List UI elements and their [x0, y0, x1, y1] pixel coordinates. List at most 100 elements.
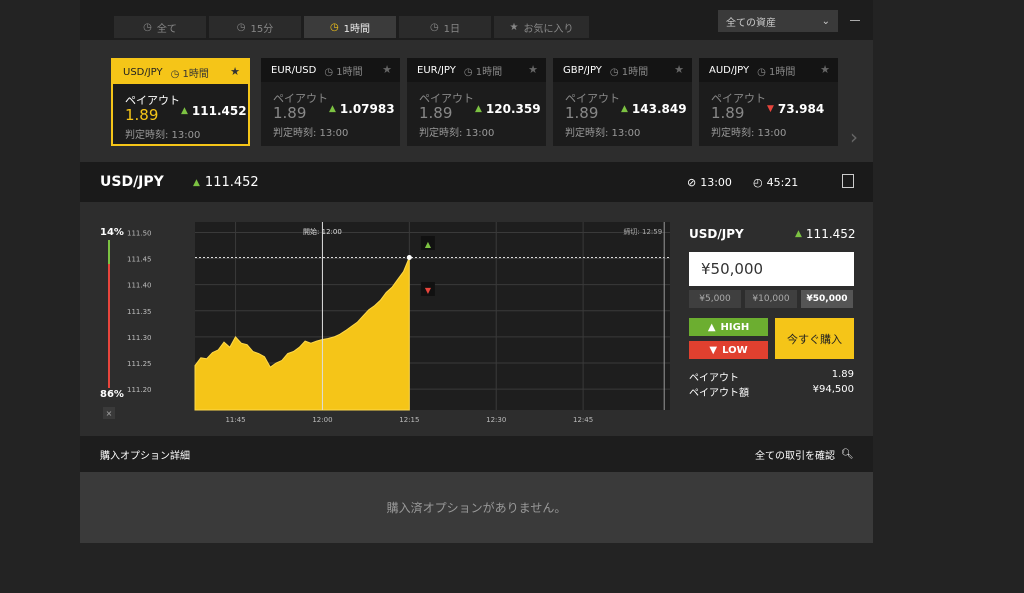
- card-header: AUD/JPY ◷ 1時間: [699, 58, 838, 82]
- judge-time: 判定時刻: 13:00: [711, 128, 787, 139]
- y-tick-label: 111.45: [127, 256, 152, 264]
- tab-15min[interactable]: ◷ 15分: [209, 16, 301, 38]
- asset-select-value: 全ての資産: [726, 17, 776, 29]
- quick-amount-10000[interactable]: ¥10,000: [745, 290, 797, 308]
- tab-label: 1時間: [343, 23, 371, 35]
- arrow-up-icon: ▲: [475, 104, 482, 114]
- star-icon[interactable]: ★: [382, 63, 392, 76]
- asset-select[interactable]: 全ての資産 ⌄: [718, 10, 838, 32]
- high-button[interactable]: ▲ HIGH: [689, 318, 768, 336]
- tab-label: お気に入り: [523, 23, 574, 35]
- app-window: ◷ 全て ◷ 15分 ◷ 1時間 ◷ 1日 ★ お気に入り 全ての資産 ⌄ USD/JPY ◷…: [80, 0, 873, 543]
- payout-amount-row: ペイアウト額 ¥94,500: [689, 384, 854, 399]
- arrow-up-icon: ▲: [329, 104, 336, 114]
- asset-cards: USD/JPY ◷ 1時間 ★ ペイアウト 1.89 ▲ 111.452 判定時刻:…: [80, 40, 873, 162]
- x-tick-label: 12:30: [486, 416, 506, 424]
- x-tick-label: 11:45: [225, 416, 245, 424]
- card-header: EUR/JPY ◷ 1時間: [407, 58, 546, 82]
- chevron-down-icon: ⌄: [821, 15, 830, 27]
- tab-label: 1日: [443, 23, 461, 35]
- card-header: USD/JPY ◷ 1時間: [113, 60, 248, 84]
- y-tick-label: 111.30: [127, 334, 152, 342]
- panel-pair: USD/JPY: [689, 227, 744, 241]
- payout-value: 1.89: [565, 104, 599, 122]
- star-icon[interactable]: ★: [674, 63, 684, 76]
- chevron-right-icon[interactable]: ›: [850, 125, 858, 149]
- card-pair: USD/JPY: [123, 66, 163, 78]
- asset-card-audjpy[interactable]: AUD/JPY ◷ 1時間 ★ ペイアウト 1.89 ▼ 73.984 判定時刻: …: [699, 58, 838, 146]
- judge-time: 判定時刻: 13:00: [419, 128, 495, 139]
- all-trades-link[interactable]: 全ての取引を確認 🔍︎: [755, 447, 854, 462]
- asset-card-eurjpy[interactable]: EUR/JPY ◷ 1時間 ★ ペイアウト 1.89 ▲ 120.359 判定時刻:…: [407, 58, 546, 146]
- card-period: ◷ 1時間: [463, 66, 503, 78]
- low-button[interactable]: ▼ LOW: [689, 341, 768, 359]
- payout-value: 1.89: [711, 104, 745, 122]
- card-period: ◷ 1時間: [170, 68, 209, 80]
- options-title: 購入オプション詳細: [100, 451, 190, 462]
- current-point: [406, 255, 412, 261]
- card-pair: EUR/JPY: [417, 64, 456, 76]
- asset-card-gbpjpy[interactable]: GBP/JPY ◷ 1時間 ★ ペイアウト 1.89 ▲ 143.849 判定時刻:…: [553, 58, 692, 146]
- tab-1day[interactable]: ◷ 1日: [399, 16, 491, 38]
- payout-amount-value: ¥94,500: [812, 384, 854, 395]
- gauge-close-icon[interactable]: ×: [103, 407, 115, 419]
- search-icon: 🔍︎: [841, 449, 854, 460]
- expand-icon[interactable]: [842, 174, 854, 188]
- card-rate: ▼ 73.984: [767, 102, 825, 116]
- panel-rate: ▲ 111.452: [795, 227, 856, 241]
- start-label: 開始: 12:00: [303, 227, 342, 236]
- tab-label: 全て: [156, 23, 177, 35]
- star-icon[interactable]: ★: [528, 63, 538, 76]
- payout-value: 1.89: [125, 106, 159, 124]
- card-header: EUR/USD ◷ 1時間: [261, 58, 400, 82]
- card-period: ◷ 1時間: [609, 66, 649, 78]
- card-pair: AUD/JPY: [709, 64, 750, 76]
- x-tick-label: 12:15: [399, 416, 419, 424]
- arrow-down-icon: ▼: [709, 344, 718, 356]
- arrow-up-icon: ▲: [181, 106, 188, 116]
- arrow-down-icon: ▼: [425, 286, 432, 295]
- history-icon: ◴: [753, 176, 763, 189]
- selected-asset-bar: USD/JPY ▲ 111.452 ⊘ 13:00 ◴ 45:21: [80, 162, 873, 202]
- payout-amount-label: ペイアウト額: [689, 388, 749, 399]
- card-pair: GBP/JPY: [563, 64, 602, 76]
- card-rate: ▲ 111.452: [181, 104, 247, 118]
- close-time: ⊘ 13:00: [687, 176, 732, 189]
- y-tick-label: 111.20: [127, 386, 152, 394]
- star-icon[interactable]: ★: [230, 65, 240, 78]
- quick-amount-50000[interactable]: ¥50,000: [801, 290, 853, 308]
- payout-value: 1.89: [419, 104, 453, 122]
- low-percent: 86%: [100, 389, 124, 400]
- remaining-time: ◴ 45:21: [753, 176, 799, 189]
- chart-area: 14% 86% × 111.50 111.45 111.40 111.35 111.30…: [80, 202, 873, 436]
- quick-amount-5000[interactable]: ¥5,000: [689, 290, 741, 308]
- arrow-up-icon: ▲: [425, 240, 432, 249]
- price-chart: 111.50 111.45 111.40 111.35 111.30 111.25 111.…: [127, 222, 670, 424]
- judge-time: 判定時刻: 13:00: [565, 128, 641, 139]
- card-pair: EUR/USD: [271, 64, 317, 76]
- arrow-up-icon: ▲: [707, 321, 716, 333]
- y-tick-label: 111.40: [127, 282, 152, 290]
- x-tick-label: 12:45: [573, 416, 593, 424]
- judge-time: 判定時刻: 13:00: [273, 128, 349, 139]
- amount-input[interactable]: [689, 252, 854, 286]
- card-rate: ▲ 1.07983: [329, 102, 395, 116]
- arrow-up-icon: ▲: [193, 177, 200, 188]
- tab-all[interactable]: ◷ 全て: [114, 16, 206, 38]
- card-period: ◷ 1時間: [757, 66, 796, 78]
- star-icon[interactable]: ★: [820, 63, 830, 76]
- empty-message: 購入済オプションがありません。: [386, 501, 567, 515]
- no-entry-icon: ⊘: [687, 176, 697, 189]
- card-header: GBP/JPY ◷ 1時間: [553, 58, 692, 82]
- buy-now-button[interactable]: 今すぐ購入: [775, 318, 854, 359]
- minimize-icon[interactable]: [850, 20, 860, 21]
- asset-card-usdjpy[interactable]: USD/JPY ◷ 1時間 ★ ペイアウト 1.89 ▲ 111.452 判定時刻:…: [111, 58, 250, 146]
- arrow-up-icon: ▲: [621, 104, 628, 114]
- asset-card-eurusd[interactable]: EUR/USD ◷ 1時間 ★ ペイアウト 1.89 ▲ 1.07983 判定時刻:…: [261, 58, 400, 146]
- clock-icon: ◷: [236, 21, 246, 33]
- tab-favorites[interactable]: ★ お気に入り: [494, 16, 589, 38]
- tab-1hour[interactable]: ◷ 1時間: [304, 16, 396, 38]
- buy-label: 今すぐ購入: [787, 332, 842, 346]
- high-gauge-bar: [108, 240, 110, 264]
- tab-label: 15分: [250, 23, 274, 35]
